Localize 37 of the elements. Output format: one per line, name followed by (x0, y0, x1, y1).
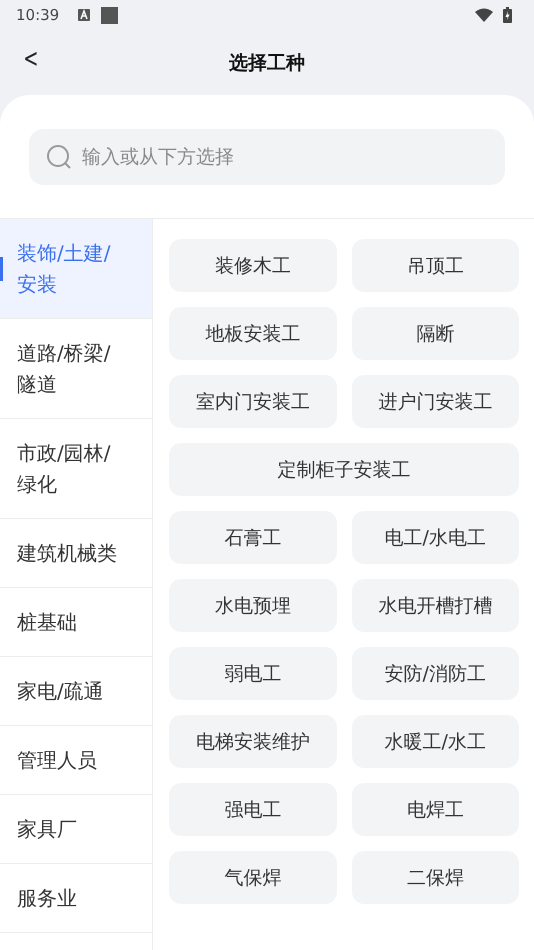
category-item[interactable]: 道路/桥梁/隧道 (0, 319, 152, 419)
category-item[interactable]: 建筑机械类 (0, 519, 152, 588)
trade-chip[interactable]: 装修木工 (169, 239, 336, 292)
trade-chip[interactable]: 室内门安装工 (169, 375, 336, 428)
trade-chip[interactable]: 电梯安装维护 (169, 715, 336, 768)
trade-chip[interactable]: 石膏工 (169, 511, 336, 564)
trade-chip[interactable]: 安防/消防工 (352, 647, 519, 700)
search-icon (46, 144, 72, 170)
search-field[interactable]: 输入或从下方选择 (29, 129, 505, 185)
trade-chip[interactable]: 电工/水电工 (352, 511, 519, 564)
back-button[interactable]: < (19, 42, 43, 76)
category-item[interactable]: 装饰/土建/安装 (0, 219, 152, 319)
trade-chip[interactable]: 隔断 (352, 307, 519, 360)
trade-chip[interactable]: 地板安装工 (169, 307, 336, 360)
battery-icon (503, 7, 512, 23)
category-item[interactable]: 家电/疏通 (0, 657, 152, 726)
category-item[interactable]: 桩基础 (0, 588, 152, 657)
notification-icon (101, 6, 118, 24)
trade-chip[interactable]: 强电工 (169, 783, 336, 836)
trade-chip[interactable]: 气保焊 (169, 851, 336, 904)
trade-chip[interactable]: 电焊工 (352, 783, 519, 836)
trade-chip[interactable]: 吊顶工 (352, 239, 519, 292)
trade-chip[interactable]: 水暖工/水工 (352, 715, 519, 768)
category-item[interactable]: 家具厂 (0, 795, 152, 864)
trade-chip[interactable]: 弱电工 (169, 647, 336, 700)
trade-chip[interactable]: 进户门安装工 (352, 375, 519, 428)
trade-chip[interactable]: 水电预埋 (169, 579, 336, 632)
status-time: 10:39 (16, 6, 60, 24)
category-item[interactable]: 服务业 (0, 864, 152, 933)
trade-chip[interactable]: 定制柜子安装工 (169, 443, 519, 496)
notification-icon (77, 8, 92, 22)
trade-chip[interactable]: 二保焊 (352, 851, 519, 904)
wifi-icon (475, 8, 493, 22)
category-item[interactable]: 市政/园林/绿化 (0, 419, 152, 519)
page-title: 选择工种 (229, 50, 305, 76)
trade-chip[interactable]: 水电开槽打槽 (352, 579, 519, 632)
category-item[interactable]: 管理人员 (0, 726, 152, 795)
